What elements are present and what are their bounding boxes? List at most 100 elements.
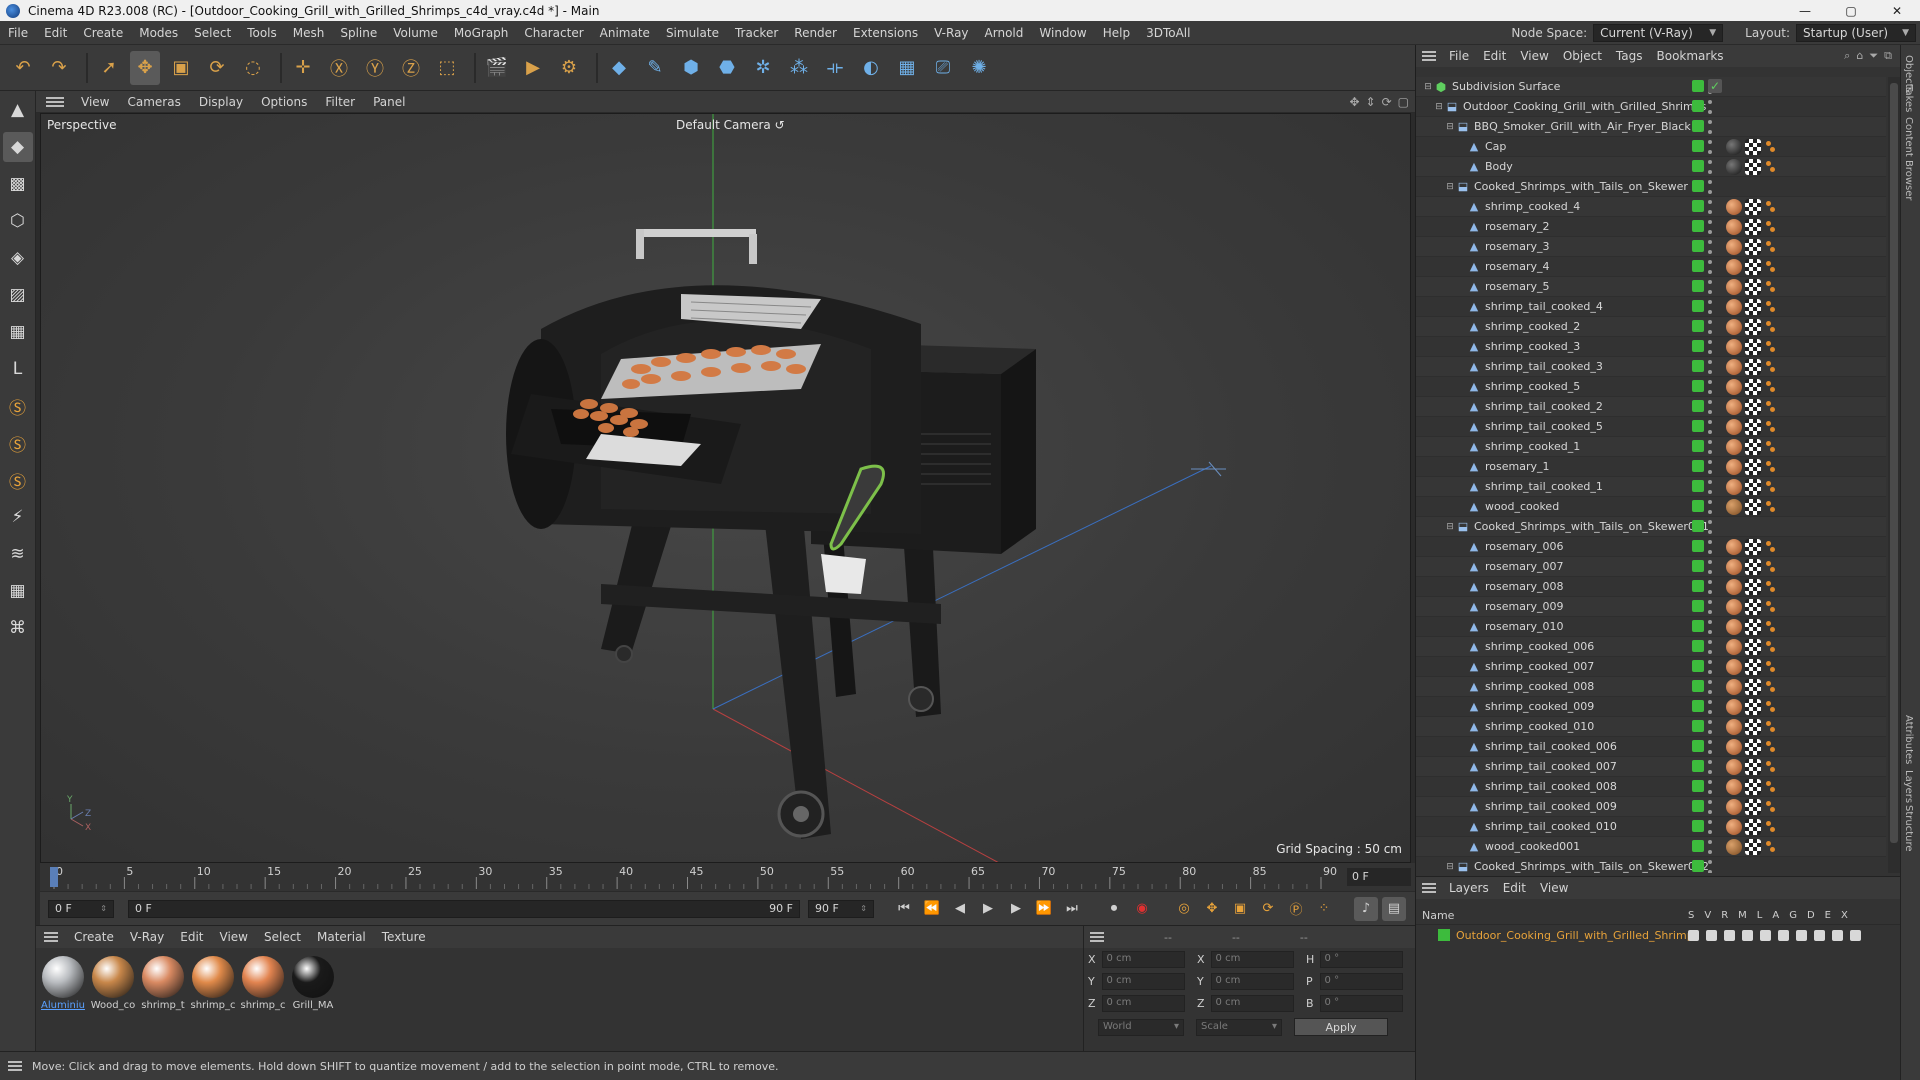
- side-tab-attributes[interactable]: Attributes: [1903, 715, 1914, 764]
- snap-s3-icon[interactable]: Ⓢ: [3, 465, 33, 495]
- selection-tag-icon[interactable]: [1764, 399, 1776, 415]
- hamburger-icon[interactable]: [1422, 883, 1436, 893]
- material-tag-icon[interactable]: [1726, 499, 1742, 515]
- render-visibility-dots[interactable]: [1708, 300, 1712, 314]
- menu-window[interactable]: Window: [1031, 26, 1094, 40]
- visibility-toggle[interactable]: [1692, 720, 1704, 732]
- visibility-toggle[interactable]: [1692, 260, 1704, 272]
- uvw-tag-icon[interactable]: [1745, 339, 1761, 355]
- hamburger-icon[interactable]: [46, 96, 64, 107]
- visibility-toggle[interactable]: [1692, 620, 1704, 632]
- viewport-menu-display[interactable]: Display: [190, 95, 252, 109]
- selection-tag-icon[interactable]: [1764, 759, 1776, 775]
- uvw-tag-icon[interactable]: [1745, 639, 1761, 655]
- selection-tag-icon[interactable]: [1764, 139, 1776, 155]
- undo-icon[interactable]: ↶: [8, 51, 38, 85]
- selection-tag-icon[interactable]: [1764, 299, 1776, 315]
- render-visibility-dots[interactable]: [1708, 400, 1712, 414]
- material-menu-edit[interactable]: Edit: [172, 930, 211, 944]
- render-visibility-dots[interactable]: [1708, 860, 1712, 873]
- render-visibility-dots[interactable]: [1708, 320, 1712, 334]
- object-row[interactable]: ▲ shrimp_tail_cooked_3: [1416, 357, 1886, 377]
- viewport-menu-options[interactable]: Options: [252, 95, 316, 109]
- coord-b-field[interactable]: 0 °: [1319, 994, 1403, 1012]
- timeline-ruler[interactable]: 0 5 10 15 20 25 30 35 40 45 50 55 60 65 70 75 80 85 90 0 F: [40, 863, 1415, 891]
- menu-mograph[interactable]: MoGraph: [446, 26, 517, 40]
- render-visibility-dots[interactable]: [1708, 520, 1712, 534]
- timeline-icon[interactable]: ▤: [1382, 896, 1406, 921]
- material-menu-texture[interactable]: Texture: [374, 930, 434, 944]
- layer-toggle-d[interactable]: [1814, 929, 1825, 941]
- uvw-tag-icon[interactable]: [1745, 219, 1761, 235]
- render-visibility-dots[interactable]: [1708, 600, 1712, 614]
- expand-toggle-icon[interactable]: ⊟: [1433, 102, 1445, 112]
- material-tag-icon[interactable]: [1726, 599, 1742, 615]
- visibility-toggle[interactable]: [1692, 520, 1704, 532]
- next-frame-icon[interactable]: ▶: [1004, 897, 1028, 921]
- move-icon[interactable]: ✥: [130, 50, 160, 85]
- uvw-tag-icon[interactable]: [1745, 499, 1761, 515]
- object-row[interactable]: ▲ shrimp_tail_cooked_009: [1416, 797, 1886, 817]
- selection-tag-icon[interactable]: [1764, 719, 1776, 735]
- menu-tools[interactable]: Tools: [239, 26, 285, 40]
- layer-toggle-a[interactable]: [1778, 929, 1789, 941]
- move-key-icon[interactable]: ✥: [1200, 897, 1224, 921]
- render-visibility-dots[interactable]: [1708, 720, 1712, 734]
- render-visibility-dots[interactable]: [1708, 140, 1712, 154]
- go-start-icon[interactable]: ⏮: [892, 897, 916, 921]
- material-swatch[interactable]: shrimp_c: [240, 956, 286, 1011]
- hamburger-icon[interactable]: [1090, 932, 1104, 942]
- menu-extensions[interactable]: Extensions: [845, 26, 926, 40]
- uvw-tag-icon[interactable]: [1745, 399, 1761, 415]
- menu-mesh[interactable]: Mesh: [285, 26, 333, 40]
- visibility-toggle[interactable]: [1692, 280, 1704, 292]
- coord-x-field[interactable]: 0 cm: [1210, 950, 1294, 968]
- render-visibility-dots[interactable]: [1708, 180, 1712, 194]
- deformer-icon[interactable]: ⟛: [820, 51, 850, 85]
- object-row[interactable]: ▲ rosemary_4: [1416, 257, 1886, 277]
- layer-toggle-g[interactable]: [1796, 929, 1807, 941]
- uvw-tag-icon[interactable]: [1745, 439, 1761, 455]
- coord-x-field[interactable]: 0 cm: [1101, 950, 1185, 968]
- material-tag-icon[interactable]: [1726, 419, 1742, 435]
- uvw-tag-icon[interactable]: [1745, 239, 1761, 255]
- camera-icon[interactable]: ⎚: [928, 51, 958, 85]
- render-visibility-dots[interactable]: [1708, 200, 1712, 214]
- selection-tag-icon[interactable]: [1764, 159, 1776, 175]
- material-tag-icon[interactable]: [1726, 279, 1742, 295]
- selection-tag-icon[interactable]: [1764, 239, 1776, 255]
- coord-mode-dropdown[interactable]: Scale ▾: [1196, 1018, 1282, 1036]
- menu-tracker[interactable]: Tracker: [727, 26, 786, 40]
- close-button[interactable]: ✕: [1874, 0, 1920, 21]
- material-tag-icon[interactable]: [1726, 739, 1742, 755]
- object-row[interactable]: ▲ shrimp_tail_cooked_1: [1416, 477, 1886, 497]
- material-menu-create[interactable]: Create: [66, 930, 122, 944]
- layer-menu-edit[interactable]: Edit: [1496, 881, 1533, 895]
- layer-toggle-m[interactable]: [1742, 929, 1753, 941]
- render-settings-icon[interactable]: ⚙: [554, 51, 584, 85]
- visibility-toggle[interactable]: [1692, 600, 1704, 612]
- menu-help[interactable]: Help: [1095, 26, 1138, 40]
- object-row[interactable]: ▲ shrimp_tail_cooked_010: [1416, 817, 1886, 837]
- visibility-toggle[interactable]: [1692, 380, 1704, 392]
- render-visibility-dots[interactable]: [1708, 800, 1712, 814]
- object-row[interactable]: ▲ wood_cooked001: [1416, 837, 1886, 857]
- maximize-view-icon[interactable]: ▢: [1398, 95, 1409, 109]
- live-select-icon[interactable]: ◌: [238, 51, 268, 85]
- selection-tag-icon[interactable]: [1764, 739, 1776, 755]
- render-visibility-dots[interactable]: [1708, 380, 1712, 394]
- object-row[interactable]: ▲ Body: [1416, 157, 1886, 177]
- 3d-viewport[interactable]: Y Z X Perspective Default Camera ↺ Grid …: [40, 113, 1411, 863]
- uvw-tag-icon[interactable]: [1745, 539, 1761, 555]
- uvw-tag-icon[interactable]: [1745, 699, 1761, 715]
- visibility-toggle[interactable]: [1692, 400, 1704, 412]
- selection-tag-icon[interactable]: [1764, 439, 1776, 455]
- visibility-toggle[interactable]: [1692, 440, 1704, 452]
- material-swatch[interactable]: shrimp_c: [190, 956, 236, 1011]
- material-tag-icon[interactable]: [1726, 159, 1742, 175]
- object-row[interactable]: ⊟ ⬓ Cooked_Shrimps_with_Tails_on_Skewer002: [1416, 857, 1886, 873]
- uv-mode-icon[interactable]: ▦: [3, 317, 33, 347]
- selection-tag-icon[interactable]: [1764, 819, 1776, 835]
- expand-toggle-icon[interactable]: ⊟: [1444, 522, 1456, 532]
- object-row[interactable]: ⊟ ⬓ Cooked_Shrimps_with_Tails_on_Skewer: [1416, 177, 1886, 197]
